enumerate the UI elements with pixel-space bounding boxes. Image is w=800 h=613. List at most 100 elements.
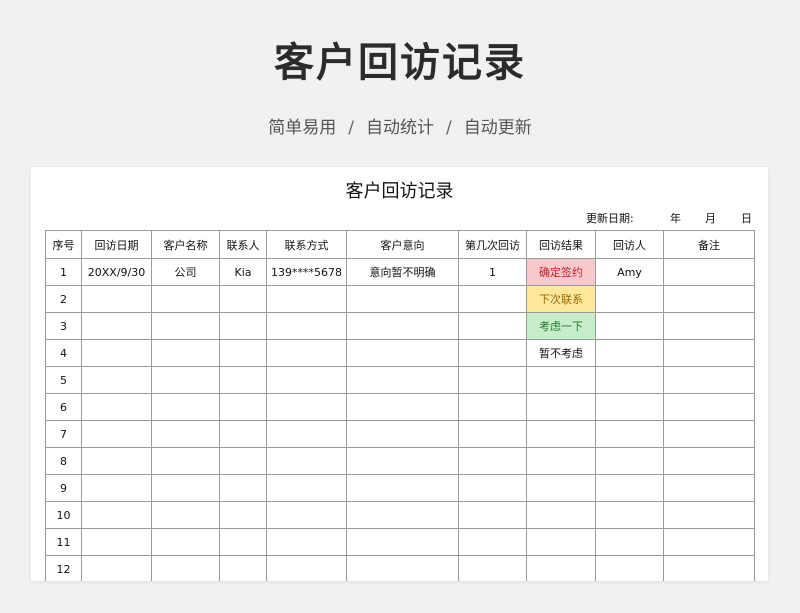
cell-visit-count[interactable] (458, 393, 527, 421)
column-header-visitor[interactable]: 回访人 (595, 230, 664, 259)
cell-intent[interactable] (346, 312, 459, 340)
cell-visit-result[interactable]: 暂不考虑 (526, 339, 596, 367)
cell-customer-name[interactable] (151, 528, 220, 556)
cell-visitor[interactable] (595, 501, 664, 529)
cell-visit-result[interactable] (526, 447, 596, 475)
cell-seq[interactable]: 4 (45, 339, 82, 367)
cell-remark[interactable] (663, 393, 755, 421)
cell-customer-name[interactable] (151, 474, 220, 502)
cell-intent[interactable] (346, 420, 459, 448)
cell-visit-count[interactable] (458, 366, 527, 394)
cell-customer-name[interactable] (151, 312, 220, 340)
cell-remark[interactable] (663, 447, 755, 475)
cell-visit-result[interactable] (526, 528, 596, 556)
cell-remark[interactable] (663, 312, 755, 340)
cell-visit-count[interactable] (458, 420, 527, 448)
cell-visit-result[interactable] (526, 501, 596, 529)
cell-remark[interactable] (663, 555, 755, 581)
cell-contact[interactable] (219, 528, 267, 556)
cell-visit-count[interactable] (458, 447, 527, 475)
cell-visit-count[interactable] (458, 501, 527, 529)
cell-visitor[interactable] (595, 339, 664, 367)
cell-visit-date[interactable] (81, 393, 152, 421)
cell-phone[interactable] (266, 555, 347, 581)
cell-intent[interactable] (346, 285, 459, 313)
cell-remark[interactable] (663, 528, 755, 556)
cell-intent[interactable] (346, 393, 459, 421)
column-header-visit-result[interactable]: 回访结果 (526, 230, 596, 259)
cell-phone[interactable] (266, 312, 347, 340)
cell-contact[interactable] (219, 420, 267, 448)
cell-contact[interactable] (219, 393, 267, 421)
cell-visit-date[interactable] (81, 366, 152, 394)
cell-remark[interactable] (663, 474, 755, 502)
cell-visit-result[interactable]: 考虑一下 (526, 312, 596, 340)
cell-remark[interactable] (663, 366, 755, 394)
column-header-intent[interactable]: 客户意向 (346, 230, 459, 259)
cell-seq[interactable]: 8 (45, 447, 82, 475)
cell-remark[interactable] (663, 501, 755, 529)
cell-visit-result[interactable] (526, 555, 596, 581)
cell-remark[interactable] (663, 285, 755, 313)
column-header-phone[interactable]: 联系方式 (266, 230, 347, 259)
cell-visit-count[interactable] (458, 285, 527, 313)
cell-customer-name[interactable] (151, 366, 220, 394)
cell-visitor[interactable]: Amy (595, 258, 664, 286)
cell-seq[interactable]: 6 (45, 393, 82, 421)
cell-visit-count[interactable] (458, 528, 527, 556)
cell-visit-result[interactable]: 下次联系 (526, 285, 596, 313)
cell-seq[interactable]: 5 (45, 366, 82, 394)
cell-visit-date[interactable] (81, 501, 152, 529)
cell-phone[interactable]: 139****5678 (266, 258, 347, 286)
cell-remark[interactable] (663, 258, 755, 286)
column-header-visit-count[interactable]: 第几次回访 (458, 230, 527, 259)
cell-phone[interactable] (266, 339, 347, 367)
day-label[interactable]: 日 (741, 210, 752, 226)
cell-visit-count[interactable] (458, 339, 527, 367)
cell-visit-result[interactable] (526, 474, 596, 502)
cell-contact[interactable] (219, 501, 267, 529)
cell-seq[interactable]: 10 (45, 501, 82, 529)
cell-remark[interactable] (663, 339, 755, 367)
cell-visitor[interactable] (595, 420, 664, 448)
cell-contact[interactable]: Kia (219, 258, 267, 286)
column-header-seq[interactable]: 序号 (45, 230, 82, 259)
cell-seq[interactable]: 1 (45, 258, 82, 286)
cell-intent[interactable] (346, 339, 459, 367)
year-label[interactable]: 年 (670, 210, 681, 226)
cell-seq[interactable]: 11 (45, 528, 82, 556)
cell-visitor[interactable] (595, 474, 664, 502)
cell-remark[interactable] (663, 420, 755, 448)
cell-customer-name[interactable] (151, 555, 220, 581)
cell-contact[interactable] (219, 339, 267, 367)
cell-customer-name[interactable] (151, 285, 220, 313)
cell-customer-name[interactable] (151, 339, 220, 367)
cell-contact[interactable] (219, 555, 267, 581)
cell-visitor[interactable] (595, 447, 664, 475)
cell-contact[interactable] (219, 312, 267, 340)
cell-intent[interactable] (346, 528, 459, 556)
cell-customer-name[interactable]: 公司 (151, 258, 220, 286)
cell-phone[interactable] (266, 501, 347, 529)
cell-visitor[interactable] (595, 393, 664, 421)
cell-visit-date[interactable]: 20XX/9/30 (81, 258, 152, 286)
cell-visit-result[interactable] (526, 420, 596, 448)
cell-intent[interactable] (346, 474, 459, 502)
cell-phone[interactable] (266, 420, 347, 448)
cell-visitor[interactable] (595, 555, 664, 581)
cell-contact[interactable] (219, 285, 267, 313)
cell-seq[interactable]: 9 (45, 474, 82, 502)
cell-visit-count[interactable] (458, 312, 527, 340)
cell-intent[interactable] (346, 447, 459, 475)
cell-intent[interactable]: 意向暂不明确 (346, 258, 459, 286)
cell-seq[interactable]: 3 (45, 312, 82, 340)
month-label[interactable]: 月 (705, 210, 716, 226)
cell-visit-date[interactable] (81, 420, 152, 448)
cell-seq[interactable]: 12 (45, 555, 82, 581)
cell-phone[interactable] (266, 285, 347, 313)
cell-seq[interactable]: 7 (45, 420, 82, 448)
cell-contact[interactable] (219, 447, 267, 475)
cell-visit-result[interactable] (526, 366, 596, 394)
cell-phone[interactable] (266, 447, 347, 475)
cell-visit-date[interactable] (81, 555, 152, 581)
